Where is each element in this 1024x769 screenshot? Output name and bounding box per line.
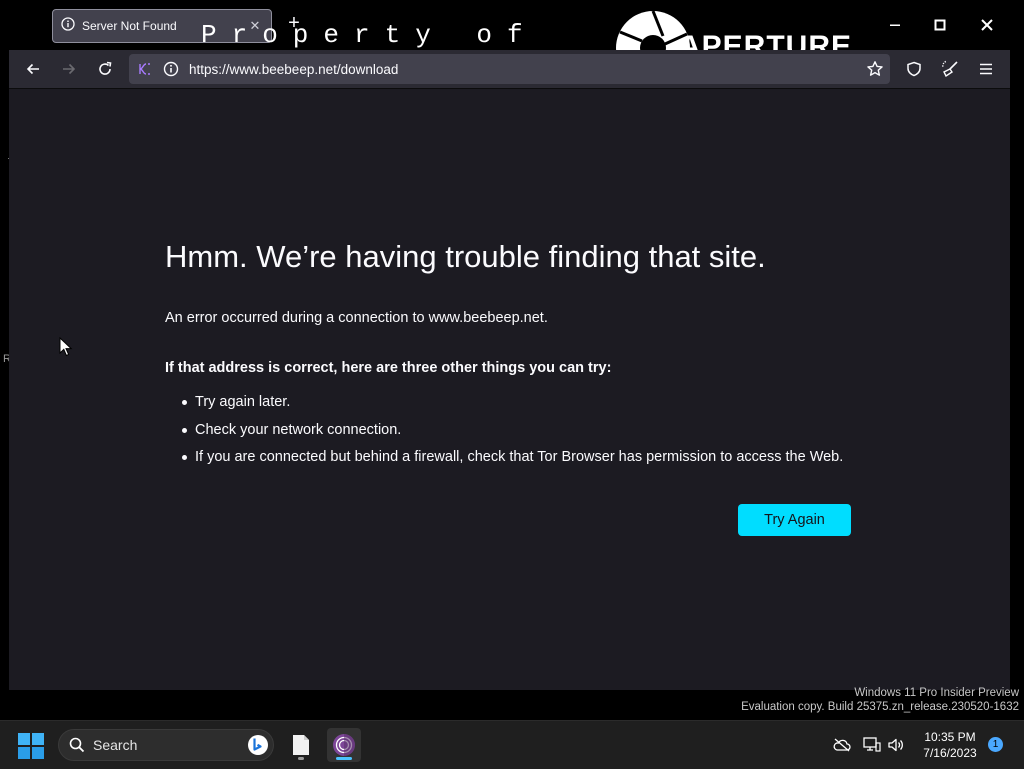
list-item: Check your network connection. xyxy=(179,420,843,448)
bookmark-star-icon[interactable] xyxy=(866,60,884,78)
shield-button[interactable] xyxy=(900,55,928,83)
menu-button[interactable] xyxy=(972,55,1000,83)
taskbar-search-box[interactable]: Search xyxy=(58,729,274,761)
error-title: Hmm. We’re having trouble finding that s… xyxy=(165,239,766,274)
app-running-indicator xyxy=(298,757,304,760)
url-text[interactable]: https://www.beebeep.net/download xyxy=(189,62,866,77)
eval-line-build: Evaluation copy. Build 25375.zn_release.… xyxy=(741,701,1019,713)
address-bar[interactable]: https://www.beebeep.net/download xyxy=(129,54,890,84)
broom-icon xyxy=(942,60,958,78)
notification-badge[interactable]: 1 xyxy=(988,737,1003,752)
clock-time: 10:35 PM xyxy=(924,730,976,744)
suggestion-list: Try again later. Check your network conn… xyxy=(179,392,843,475)
minimize-button[interactable] xyxy=(880,12,910,38)
title-bar: Server Not Found ✕ + Property of APERTUR… xyxy=(9,0,1010,86)
reload-icon xyxy=(99,61,112,75)
taskbar-file-explorer[interactable] xyxy=(284,728,318,762)
windows-start-icon[interactable] xyxy=(18,733,44,759)
taskbar-tor-browser[interactable] xyxy=(327,728,361,762)
navigation-toolbar: https://www.beebeep.net/download xyxy=(9,50,1010,89)
eval-line-edition: Windows 11 Pro Insider Preview xyxy=(854,687,1019,699)
volume-icon[interactable] xyxy=(886,735,906,755)
close-window-button[interactable] xyxy=(972,12,1002,38)
info-icon xyxy=(61,16,75,36)
list-item: If you are connected but behind a firewa… xyxy=(179,447,843,475)
error-subheading: If that address is correct, here are thr… xyxy=(165,360,612,376)
search-icon xyxy=(69,737,85,753)
new-identity-button[interactable] xyxy=(936,55,964,83)
forward-button[interactable] xyxy=(55,55,83,83)
hamburger-menu-icon xyxy=(980,63,992,75)
bing-icon[interactable] xyxy=(247,734,269,756)
network-icon[interactable] xyxy=(862,735,882,755)
file-icon xyxy=(293,735,309,755)
clock-date: 7/16/2023 xyxy=(923,746,977,760)
taskbar: Search 10:35 PM 7/16/2023 1 xyxy=(0,720,1024,769)
tor-circuit-icon[interactable] xyxy=(137,61,153,77)
mouse-cursor-icon xyxy=(59,337,73,357)
shield-icon xyxy=(907,61,921,77)
close-icon xyxy=(981,19,993,31)
minimize-icon xyxy=(890,24,900,26)
search-label: Search xyxy=(93,737,138,753)
page-content: Hmm. We’re having trouble finding that s… xyxy=(9,89,1010,690)
maximize-button[interactable] xyxy=(925,12,955,38)
arrow-left-icon xyxy=(26,63,39,75)
site-info-icon[interactable] xyxy=(163,61,179,77)
maximize-icon xyxy=(934,19,946,31)
reload-button[interactable] xyxy=(91,55,119,83)
arrow-right-icon xyxy=(63,63,76,75)
back-button[interactable] xyxy=(19,55,47,83)
watermark-text: Property of xyxy=(201,20,538,50)
app-active-indicator xyxy=(336,757,352,760)
list-item: Try again later. xyxy=(179,392,843,420)
onedrive-offline-icon[interactable] xyxy=(832,735,852,755)
system-clock[interactable]: 10:35 PM 7/16/2023 xyxy=(910,729,990,761)
error-description: An error occurred during a connection to… xyxy=(165,310,548,326)
try-again-button[interactable]: Try Again xyxy=(738,504,851,536)
evaluation-watermark: Windows 11 Pro Insider Preview Evaluatio… xyxy=(741,686,1019,714)
tor-browser-icon xyxy=(333,734,355,756)
browser-window: Server Not Found ✕ + Property of APERTUR… xyxy=(9,0,1010,690)
